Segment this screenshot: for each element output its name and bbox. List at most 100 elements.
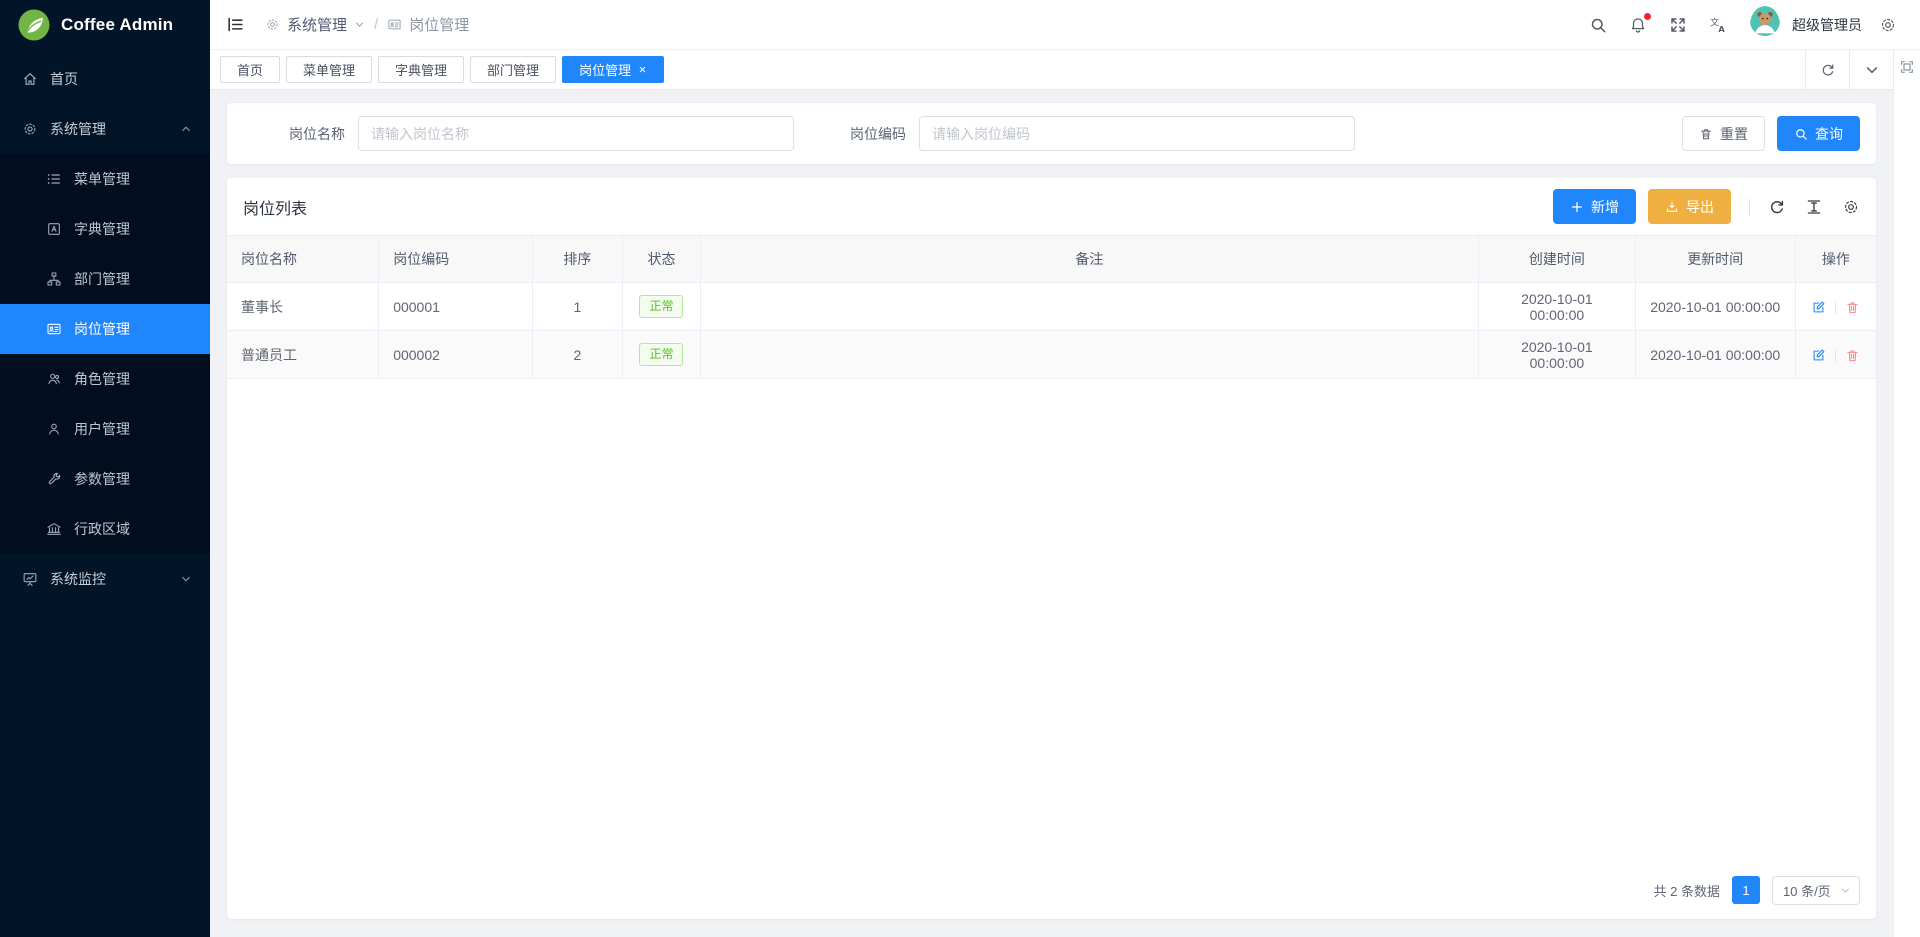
translate-icon: 文A bbox=[1709, 16, 1727, 34]
sidebar-item-user[interactable]: 用户管理 bbox=[0, 404, 210, 454]
wrench-icon bbox=[46, 471, 62, 487]
cell-updated: 2020-10-01 00:00:00 bbox=[1635, 283, 1795, 331]
gear-icon bbox=[265, 17, 280, 32]
sidebar-item-label: 参数管理 bbox=[74, 469, 130, 489]
sidebar-nav: 首页系统管理菜单管理字典管理部门管理岗位管理角色管理用户管理参数管理行政区域系统… bbox=[0, 50, 210, 937]
sidebar: Coffee Admin 首页系统管理菜单管理字典管理部门管理岗位管理角色管理用… bbox=[0, 0, 210, 937]
page-size-label: 10 条/页 bbox=[1783, 881, 1831, 900]
idcard-icon bbox=[387, 17, 402, 32]
maximize-icon[interactable] bbox=[1899, 59, 1915, 75]
refresh-tabs-button[interactable] bbox=[1805, 50, 1849, 89]
home-icon bbox=[22, 71, 38, 87]
sidebar-item-monitor[interactable]: 系统监控 bbox=[0, 554, 210, 604]
sidebar-item-label: 岗位管理 bbox=[74, 319, 130, 339]
topbar-actions: 文A超级管理员 bbox=[1582, 6, 1904, 44]
status-badge: 正常 bbox=[639, 295, 683, 318]
chevron-up-icon bbox=[180, 123, 192, 135]
collapse-sidebar-icon[interactable] bbox=[226, 15, 245, 34]
breadcrumb-section[interactable]: 系统管理 bbox=[287, 14, 347, 35]
tab-label: 首页 bbox=[237, 60, 263, 79]
sidebar-item-region[interactable]: 行政区域 bbox=[0, 504, 210, 554]
app-title: Coffee Admin bbox=[61, 15, 173, 35]
sidebar-item-post[interactable]: 岗位管理 bbox=[0, 304, 210, 354]
add-button-label: 新增 bbox=[1591, 197, 1619, 217]
export-button[interactable]: 导出 bbox=[1648, 189, 1731, 224]
tab-label: 字典管理 bbox=[395, 60, 447, 79]
search-icon bbox=[1794, 127, 1808, 141]
page-size-select[interactable]: 10 条/页 bbox=[1772, 876, 1860, 905]
cell-code: 000001 bbox=[379, 283, 532, 331]
refresh-icon[interactable] bbox=[1768, 198, 1786, 216]
svg-text:A: A bbox=[1718, 24, 1725, 34]
export-button-label: 导出 bbox=[1686, 197, 1714, 217]
tabs-bar: 首页 菜单管理 字典管理 部门管理 岗位管理 bbox=[210, 50, 1893, 90]
tab-post[interactable]: 岗位管理 bbox=[562, 56, 664, 83]
sidebar-item-label: 系统监控 bbox=[50, 569, 106, 589]
translate-button[interactable]: 文A bbox=[1702, 9, 1734, 41]
sidebar-item-system[interactable]: 系统管理 bbox=[0, 104, 210, 154]
close-icon[interactable] bbox=[638, 65, 647, 74]
post-code-input[interactable] bbox=[919, 116, 1355, 151]
open-tabs: 首页 菜单管理 字典管理 部门管理 岗位管理 bbox=[220, 56, 664, 83]
tab-dept[interactable]: 部门管理 bbox=[470, 56, 556, 83]
tab-menu[interactable]: 菜单管理 bbox=[286, 56, 372, 83]
body-row: 首页 菜单管理 字典管理 部门管理 岗位管理 岗位名称 岗位编码 bbox=[210, 50, 1920, 937]
toolbar-divider bbox=[1749, 199, 1750, 215]
table-row: 董事长0000011正常2020-10-01 00:00:002020-10-0… bbox=[227, 283, 1876, 331]
delete-icon[interactable] bbox=[1845, 348, 1860, 363]
column-header-sort: 排序 bbox=[532, 236, 623, 283]
breadcrumb-separator: / bbox=[374, 16, 378, 33]
tab-dict[interactable]: 字典管理 bbox=[378, 56, 464, 83]
cell-status: 正常 bbox=[623, 283, 701, 331]
chevron-down-icon bbox=[354, 19, 365, 30]
org-icon bbox=[46, 271, 62, 287]
card-title: 岗位列表 bbox=[243, 195, 307, 219]
sidebar-item-dept[interactable]: 部门管理 bbox=[0, 254, 210, 304]
column-header-code: 岗位编码 bbox=[379, 236, 532, 283]
sidebar-item-home[interactable]: 首页 bbox=[0, 54, 210, 104]
delete-icon[interactable] bbox=[1845, 300, 1860, 315]
gear-icon[interactable] bbox=[1842, 198, 1860, 216]
user-icon bbox=[46, 421, 62, 437]
reset-button[interactable]: 重置 bbox=[1682, 116, 1765, 151]
chevron-down-tabs-button[interactable] bbox=[1849, 50, 1893, 89]
cell-remark bbox=[700, 283, 1478, 331]
post-name-input[interactable] bbox=[358, 116, 794, 151]
pagination-total: 共 2 条数据 bbox=[1654, 881, 1720, 900]
avatar[interactable] bbox=[1750, 6, 1780, 44]
settings-button[interactable] bbox=[1872, 9, 1904, 41]
cell-name: 董事长 bbox=[227, 283, 379, 331]
fullscreen-button[interactable] bbox=[1662, 9, 1694, 41]
tab-home[interactable]: 首页 bbox=[220, 56, 280, 83]
column-header-remark: 备注 bbox=[700, 236, 1478, 283]
refresh-icon bbox=[1820, 62, 1836, 78]
text-height-icon[interactable] bbox=[1805, 198, 1823, 216]
column-header-name: 岗位名称 bbox=[227, 236, 379, 283]
cell-sort: 1 bbox=[532, 283, 623, 331]
list-icon bbox=[46, 171, 62, 187]
bell-button[interactable] bbox=[1622, 9, 1654, 41]
table-header-row: 岗位名称岗位编码排序状态备注创建时间更新时间操作 bbox=[227, 236, 1876, 283]
edit-icon[interactable] bbox=[1811, 348, 1826, 363]
op-divider bbox=[1835, 301, 1836, 314]
sidebar-item-param[interactable]: 参数管理 bbox=[0, 454, 210, 504]
gear-icon bbox=[22, 121, 38, 137]
query-button[interactable]: 查询 bbox=[1777, 116, 1860, 151]
sidebar-item-label: 菜单管理 bbox=[74, 169, 130, 189]
sidebar-item-menu[interactable]: 菜单管理 bbox=[0, 154, 210, 204]
pagination: 共 2 条数据 1 10 条/页 bbox=[227, 861, 1876, 919]
table-row: 普通员工0000022正常2020-10-01 00:00:002020-10-… bbox=[227, 331, 1876, 379]
column-header-ops: 操作 bbox=[1795, 236, 1876, 283]
add-button[interactable]: 新增 bbox=[1553, 189, 1636, 224]
sidebar-item-dict[interactable]: 字典管理 bbox=[0, 204, 210, 254]
search-button[interactable] bbox=[1582, 9, 1614, 41]
sidebar-item-role[interactable]: 角色管理 bbox=[0, 354, 210, 404]
chevron-down-icon bbox=[1840, 885, 1851, 896]
post-code-field: 岗位编码 bbox=[850, 116, 1355, 151]
page-1-button[interactable]: 1 bbox=[1732, 876, 1760, 904]
query-button-label: 查询 bbox=[1815, 124, 1843, 144]
edit-icon[interactable] bbox=[1811, 300, 1826, 315]
app-logo[interactable]: Coffee Admin bbox=[0, 0, 210, 50]
submenu-system: 菜单管理字典管理部门管理岗位管理角色管理用户管理参数管理行政区域 bbox=[0, 154, 210, 554]
tab-label: 岗位管理 bbox=[579, 60, 631, 79]
